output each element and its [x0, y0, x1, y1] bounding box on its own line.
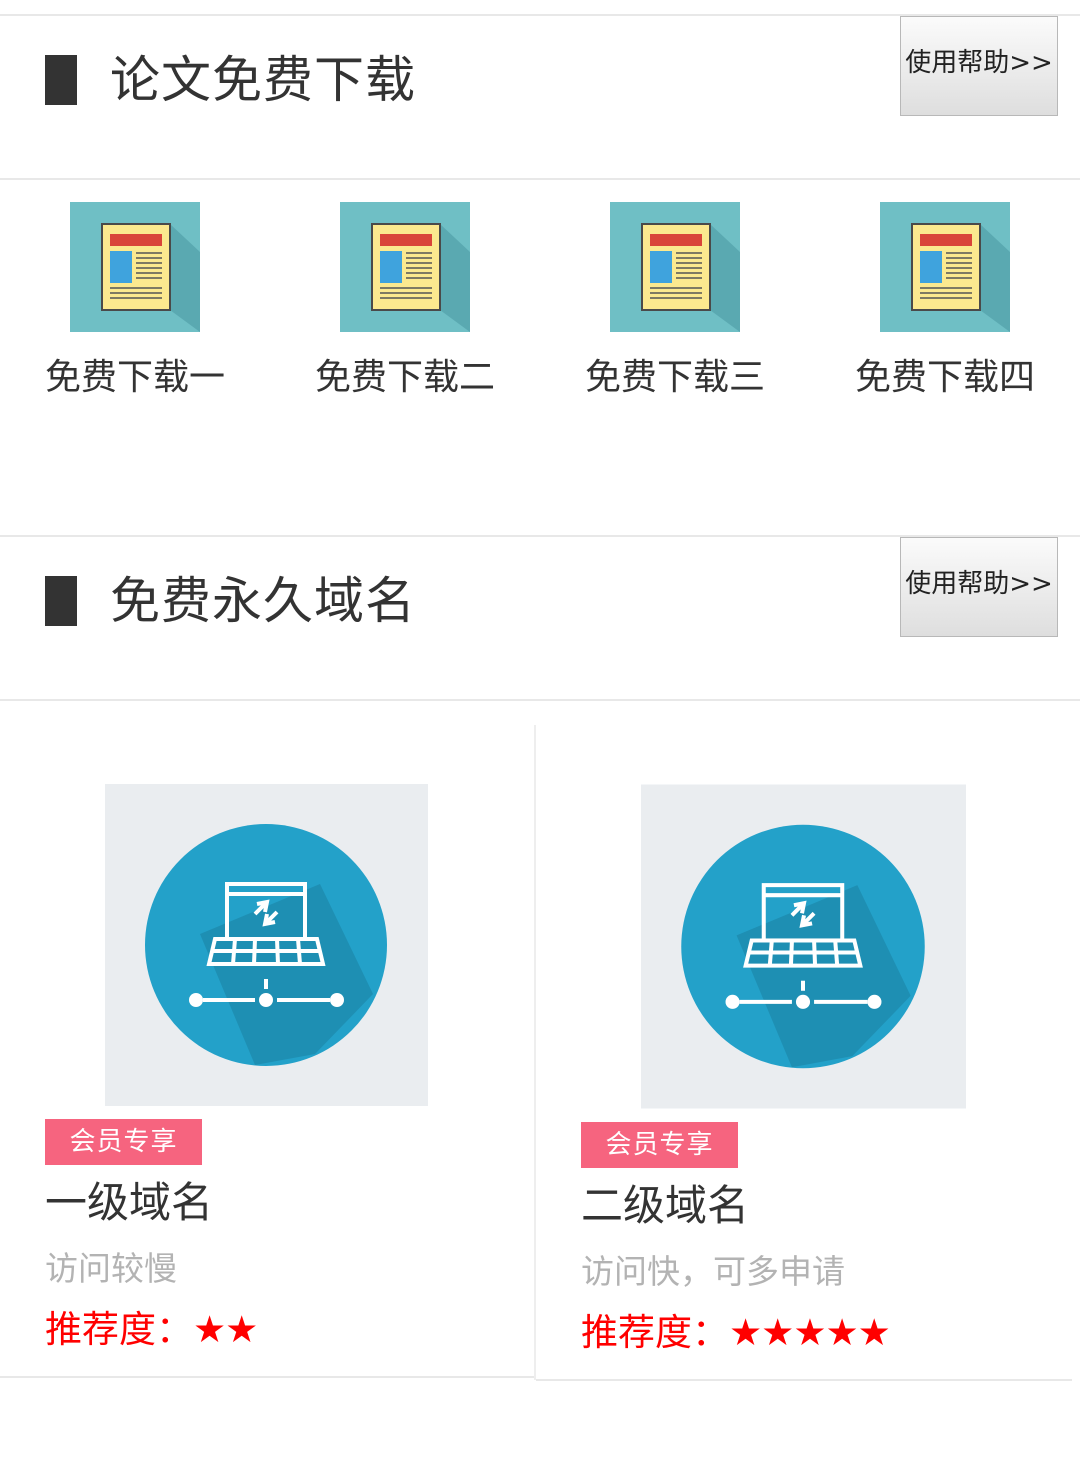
download-label: 免费下载三 [584, 357, 765, 398]
member-badge: 会员专享 [45, 1119, 202, 1165]
section-title: 免费永久域名 [110, 572, 416, 630]
document-icon [610, 202, 740, 332]
card-description: 访问较慢 [45, 1249, 177, 1288]
rating-label: 推荐度： [45, 1308, 193, 1351]
download-label: 免费下载四 [854, 357, 1035, 398]
download-item-3[interactable]: 免费下载三 [575, 202, 775, 396]
section-divider [0, 699, 1080, 701]
download-item-1[interactable]: 免费下载一 [35, 202, 235, 396]
section-title: 论文免费下载 [110, 51, 416, 109]
section-divider [0, 178, 1080, 180]
network-laptop-icon [641, 784, 966, 1109]
download-item-4[interactable]: 免费下载四 [845, 202, 1045, 396]
document-icon [340, 202, 470, 332]
document-icon [70, 202, 200, 332]
help-button[interactable]: 使用帮助>> [900, 537, 1058, 637]
network-laptop-icon [105, 784, 428, 1106]
document-icon [880, 202, 1010, 332]
download-item-2[interactable]: 免费下载二 [305, 202, 505, 396]
card-description: 访问快，可多申请 [581, 1252, 845, 1291]
rating-stars: ★★ [193, 1308, 258, 1351]
card-title: 一级域名 [45, 1178, 214, 1227]
download-label: 免费下载二 [314, 357, 495, 398]
rating-label: 推荐度： [581, 1311, 729, 1354]
card-divider [534, 725, 536, 1380]
help-button[interactable]: 使用帮助>> [900, 16, 1058, 116]
card-title: 二级域名 [581, 1181, 750, 1230]
download-label: 免费下载一 [44, 357, 225, 398]
card-bottom-divider [0, 1376, 534, 1378]
section-marker [45, 55, 77, 105]
card-rating: 推荐度：★★ [45, 1308, 258, 1351]
rating-stars: ★★★★★ [729, 1311, 891, 1354]
section-marker [45, 576, 77, 626]
card-rating: 推荐度：★★★★★ [581, 1311, 891, 1354]
card-bottom-divider [536, 1379, 1072, 1381]
member-badge: 会员专享 [581, 1122, 738, 1168]
